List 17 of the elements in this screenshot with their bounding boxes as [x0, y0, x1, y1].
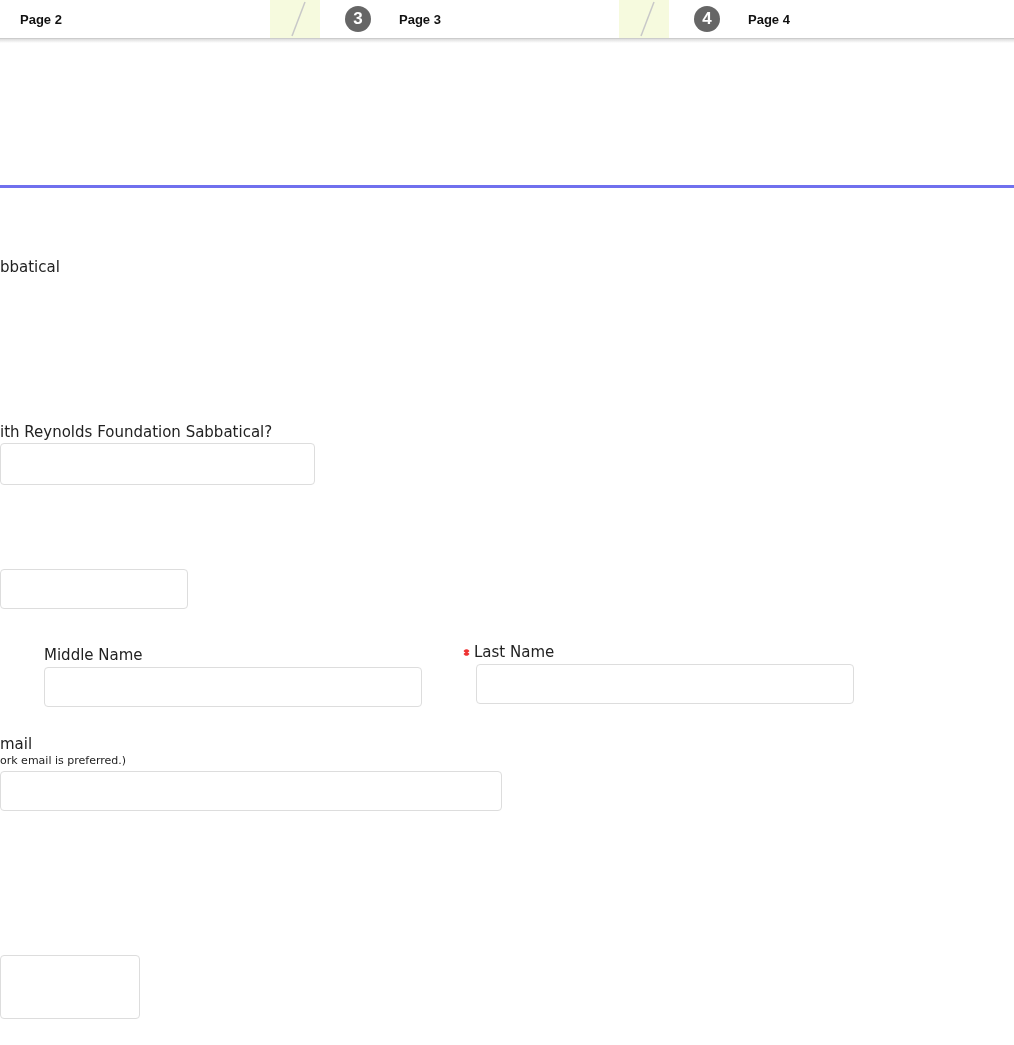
input-field[interactable]: [44, 667, 422, 707]
step-number: 3: [345, 6, 371, 32]
input-field[interactable]: [0, 569, 188, 609]
step-label[interactable]: Page 3: [399, 11, 619, 27]
field-label: Last Name: [474, 643, 555, 661]
input-field[interactable]: [476, 664, 854, 704]
step-label[interactable]: Page 2: [20, 11, 270, 27]
form-title: bbatical: [0, 258, 61, 276]
field-label: Middle Name: [44, 646, 143, 664]
step-number: 4: [694, 6, 720, 32]
field-hint: ork email is preferred.): [0, 754, 128, 767]
text-area[interactable]: [0, 955, 140, 1019]
question-label: ith Reynolds Foundation Sabbatical?: [0, 423, 274, 441]
step-label[interactable]: Page 4: [748, 11, 968, 27]
email-field[interactable]: [0, 771, 502, 811]
field-label: mail: [0, 735, 34, 753]
input-field[interactable]: [0, 443, 315, 485]
